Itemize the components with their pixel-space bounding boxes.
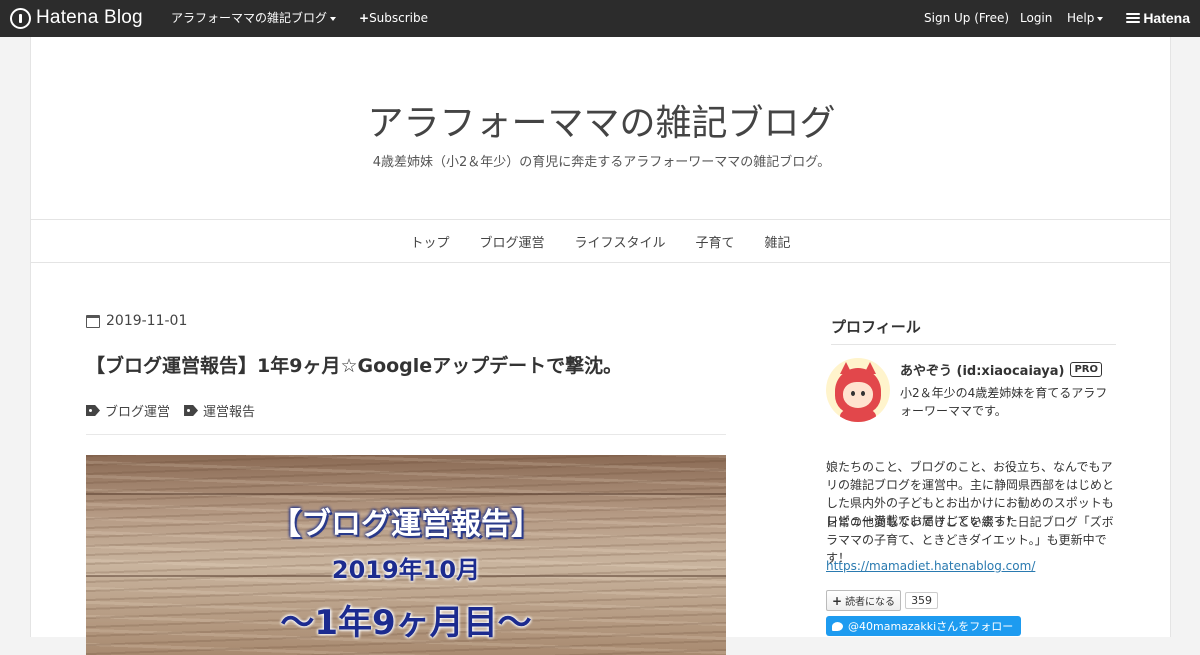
eyecatch-month: 2019年10月 <box>331 556 481 584</box>
avatar[interactable] <box>826 358 890 422</box>
tag-icon <box>184 405 199 416</box>
blog-title[interactable]: アラフォーママの雑記ブログ <box>31 94 1172 146</box>
nav-item-blog-management[interactable]: ブログ運営 <box>479 232 544 251</box>
help-dropdown[interactable]: Help <box>1067 11 1104 25</box>
category-label: 運営報告 <box>203 405 256 420</box>
hatena-logo-icon <box>1126 13 1141 23</box>
category-label: ブログ運営 <box>105 405 171 420</box>
profile-name-text: あやぞう (id:xiaocaiaya) <box>900 364 1065 379</box>
hatena-blog-logo[interactable]: Hatena Blog <box>10 7 143 29</box>
sidebar-profile-heading: プロフィール <box>831 316 1116 345</box>
eyecatch-heading: 【ブログ運営報告】 <box>271 507 541 542</box>
hatena-logo-text: Hatena <box>1143 10 1190 26</box>
nav-item-lifestyle[interactable]: ライフスタイル <box>574 232 665 251</box>
wood-plank-line <box>86 493 726 495</box>
category-tag[interactable]: 運営報告 <box>184 401 255 420</box>
logo-text: Hatena Blog <box>36 7 143 28</box>
twitter-follow-label: @40mamazakkiさんをフォロー <box>848 620 1014 633</box>
become-reader-button[interactable]: + 読者になる <box>826 590 902 611</box>
entry-title[interactable]: 【ブログ運営報告】1年9ヶ月☆Googleアップデートで撃沈。 <box>86 351 622 378</box>
subscribe-reader-widget: + 読者になる 359 <box>826 590 939 611</box>
nav-item-parenting[interactable]: 子育て <box>696 232 735 251</box>
global-nav: トップ ブログ運営 ライフスタイル 子育て 雑記 <box>31 219 1170 263</box>
plus-icon: + <box>359 11 370 25</box>
calendar-icon <box>86 314 100 328</box>
help-label: Help <box>1067 11 1095 25</box>
profile-bio: 小2＆年少の4歳差姉妹を育てるアラフォーワーママです。 <box>900 386 1108 418</box>
entry-date-text: 2019-11-01 <box>106 313 188 329</box>
twitter-follow-button[interactable]: @40mamazakkiさんをフォロー <box>826 616 1022 636</box>
subscribe-label: Subscribe <box>369 11 429 25</box>
caret-down-icon <box>1097 16 1104 21</box>
twitter-bird-icon <box>832 621 843 631</box>
tag-icon <box>86 405 100 416</box>
entry-categories: ブログ運営 運営報告 <box>86 401 269 420</box>
become-reader-label: 読者になる <box>845 597 896 608</box>
category-tag[interactable]: ブログ運営 <box>86 401 170 420</box>
eyecatch-image: 【ブログ運営報告】 2019年10月 ～1年9ヶ月目～ <box>86 455 726 655</box>
pro-badge: PRO <box>1070 362 1102 377</box>
blog-menu-label: アラフォーママの雑記ブログ <box>171 11 328 25</box>
blog-container: アラフォーママの雑記ブログ 4歳差姉妹（小2＆年少）の育児に奔走するアラフォーワ… <box>30 37 1172 655</box>
divider <box>86 434 726 435</box>
hatena-blog-logo-icon <box>10 7 31 29</box>
profile-name[interactable]: あやぞう (id:xiaocaiaya) PRO <box>900 360 1102 379</box>
signup-link[interactable]: Sign Up (Free) <box>924 11 1009 25</box>
hatena-navbar: Hatena Blog アラフォーママの雑記ブログ +Subscribe Sig… <box>0 0 1200 37</box>
reader-count[interactable]: 359 <box>905 592 939 609</box>
blog-menu-dropdown[interactable]: アラフォーママの雑記ブログ <box>171 11 337 25</box>
profile-external-link[interactable]: https://mamadiet.hatenablog.com/ <box>826 559 1035 573</box>
eyecatch-period: ～1年9ヶ月目～ <box>280 603 532 643</box>
nav-item-miscellaneous[interactable]: 雑記 <box>765 232 791 251</box>
entry-date[interactable]: 2019-11-01 <box>86 313 187 329</box>
caret-down-icon <box>330 16 337 21</box>
subscribe-button[interactable]: +Subscribe <box>359 11 428 25</box>
plus-icon: + <box>832 593 843 608</box>
login-link[interactable]: Login <box>1020 11 1052 25</box>
nav-item-top[interactable]: トップ <box>410 232 449 251</box>
hatena-logo[interactable]: Hatena <box>1126 10 1190 26</box>
blog-description: 4歳差姉妹（小2＆年少）の育児に奔走するアラフォーワーママの雑記ブログ。 <box>372 155 831 170</box>
